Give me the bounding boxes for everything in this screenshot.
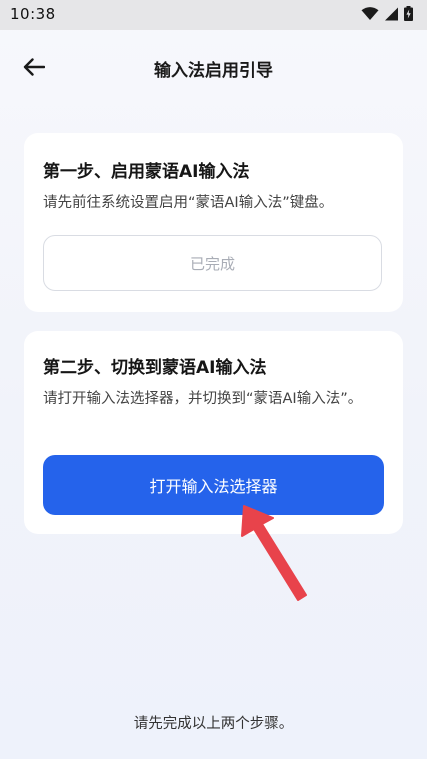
wifi-icon: [361, 6, 379, 20]
open-input-method-picker-button[interactable]: 打开输入法选择器: [43, 455, 384, 515]
status-bar: 10:38: [0, 0, 427, 30]
step1-card: 第一步、启用蒙语AI输入法 请先前往系统设置启用“蒙语AI输入法”键盘。 已完成: [24, 133, 403, 312]
footer-hint: 请先完成以上两个步骤。: [133, 716, 294, 732]
battery-charging-icon: [404, 6, 413, 21]
status-icons: [361, 6, 413, 21]
step1-description: 请先前往系统设置启用“蒙语AI输入法”键盘。: [43, 195, 334, 211]
step2-title: 第二步、切换到蒙语AI输入法: [43, 358, 267, 378]
step2-description: 请打开输入法选择器，并切换到“蒙语AI输入法”。: [43, 391, 363, 407]
page-title: 输入法启用引导: [154, 61, 273, 81]
cellular-signal-icon: [385, 7, 398, 20]
step2-card: 第二步、切换到蒙语AI输入法 请打开输入法选择器，并切换到“蒙语AI输入法”。 …: [24, 331, 403, 534]
header: 输入法启用引导: [0, 30, 427, 104]
step1-title: 第一步、启用蒙语AI输入法: [43, 162, 250, 182]
status-time: 10:38: [10, 5, 56, 23]
completed-button[interactable]: 已完成: [43, 235, 382, 291]
